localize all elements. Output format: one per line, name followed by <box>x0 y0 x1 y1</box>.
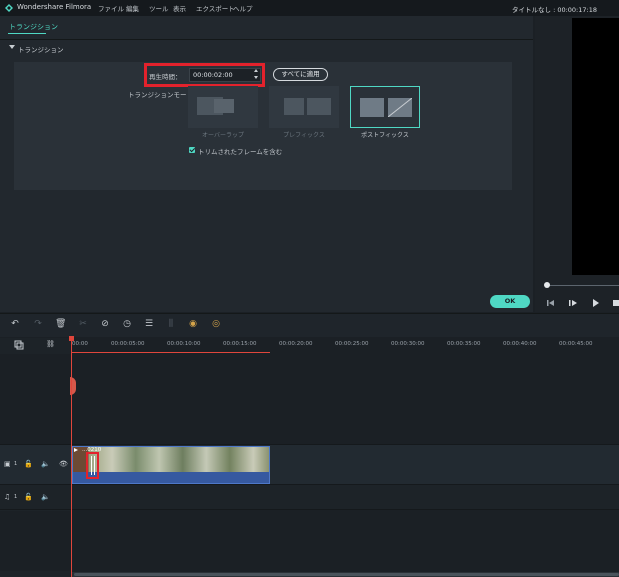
stabilize-icon[interactable]: ◎ <box>211 319 221 329</box>
lock-icon[interactable]: 🔓 <box>24 460 33 468</box>
diagonal-icon <box>388 98 412 117</box>
mode-prefix[interactable] <box>269 86 339 128</box>
step-icon[interactable] <box>569 299 577 307</box>
undo-icon[interactable]: ↶ <box>10 319 20 329</box>
ruler-label: 00:00:15:00 <box>223 341 257 347</box>
mode-overlap[interactable] <box>188 86 258 128</box>
prev-frame-icon[interactable] <box>547 299 555 307</box>
delete-icon[interactable]: 🗑 <box>55 319 66 329</box>
menu-help[interactable]: ヘルプ <box>233 3 253 13</box>
apply-all-button[interactable]: すべてに適用 <box>273 68 328 81</box>
app-name: Wondershare Filmora <box>17 3 92 11</box>
audio-track-number: 1 <box>14 494 18 500</box>
ruler-label: 00:00:35:00 <box>447 341 481 347</box>
clip-audio-wave <box>73 472 269 483</box>
menu-tools[interactable]: ツール <box>149 3 169 13</box>
mode-overlap-label: オーバーラップ <box>202 132 244 139</box>
highlight-box <box>144 63 265 87</box>
playhead[interactable] <box>71 338 72 577</box>
window-title: タイトルなし : 00:00:17:18 <box>512 6 597 14</box>
speed-icon[interactable]: ◷ <box>122 319 132 329</box>
video-track-icon: ▣ <box>4 460 11 468</box>
preview-scrub-handle[interactable] <box>544 282 550 288</box>
tab-transition[interactable]: トランジション <box>9 22 58 32</box>
visibility-icon[interactable]: 👁 <box>59 460 68 468</box>
app-window: Wondershare Filmora ファイル 編集 ツール 表示 エクスポー… <box>0 0 619 577</box>
redo-icon[interactable]: ↷ <box>33 319 43 329</box>
lock-icon[interactable]: 🔓 <box>24 493 33 501</box>
section-title: トランジション <box>18 46 64 54</box>
divider <box>0 39 533 40</box>
split-icon[interactable]: ⊘ <box>100 319 110 329</box>
mode-prefix-label: プレフィックス <box>283 132 325 139</box>
timeline-toolbar <box>0 313 619 337</box>
ruler-label: 00:00:10:00 <box>167 341 201 347</box>
audio-icon[interactable]: ⫼ <box>166 319 176 329</box>
mode-postfix-label: ポストフィックス <box>361 132 409 139</box>
trim-checkbox[interactable] <box>189 147 195 153</box>
tab-underline <box>8 33 46 34</box>
add-track-icon[interactable] <box>14 340 24 350</box>
track-row-audio <box>0 485 619 510</box>
menu-edit[interactable]: 編集 <box>126 3 139 13</box>
playhead-handle[interactable] <box>69 336 74 341</box>
clip-highlight-box <box>86 452 99 479</box>
ruler-label: 00:00:05:00 <box>111 341 145 347</box>
timeline-scroll-thumb[interactable] <box>74 573 619 576</box>
audio-track-icon: ♫ <box>4 493 11 501</box>
mute-icon[interactable]: 🔈 <box>41 493 50 501</box>
link-icon[interactable]: ⛓ <box>46 340 55 348</box>
filmora-logo-icon <box>5 4 13 12</box>
mode-postfix[interactable] <box>350 86 420 128</box>
stop-icon[interactable] <box>613 299 619 307</box>
ok-button[interactable]: OK <box>490 295 530 308</box>
preview-scrub-track[interactable] <box>545 285 619 286</box>
track-row-overlay <box>0 354 619 445</box>
menu-view[interactable]: 表示 <box>173 3 186 13</box>
adjust-icon[interactable]: ☰ <box>144 319 154 329</box>
mute-icon[interactable]: 🔈 <box>41 460 50 468</box>
ruler-label: 00:00:20:00 <box>279 341 313 347</box>
ruler-label: 00:00:45:00 <box>559 341 593 347</box>
play-icon[interactable] <box>592 299 600 307</box>
ruler-label: 00:00:30:00 <box>391 341 425 347</box>
video-track-number: 1 <box>14 461 18 467</box>
color-icon[interactable]: ◉ <box>188 319 198 329</box>
ruler-label: 00:00:40:00 <box>503 341 537 347</box>
trim-checkbox-label: トリムされたフレームを含む <box>198 148 283 156</box>
track-row-empty <box>0 511 619 571</box>
range-line <box>72 352 270 353</box>
menu-file[interactable]: ファイル <box>98 3 124 13</box>
ruler-label: 00:00:25:00 <box>335 341 369 347</box>
clip-thumbnails <box>73 447 269 472</box>
ruler-label: 00:00 <box>72 341 88 347</box>
menu-export[interactable]: エクスポート <box>196 3 235 13</box>
preview-video <box>572 18 619 275</box>
collapse-caret-icon[interactable] <box>9 45 15 49</box>
clip-play-icon <box>74 448 78 452</box>
cut-icon[interactable]: ✂ <box>78 319 88 329</box>
